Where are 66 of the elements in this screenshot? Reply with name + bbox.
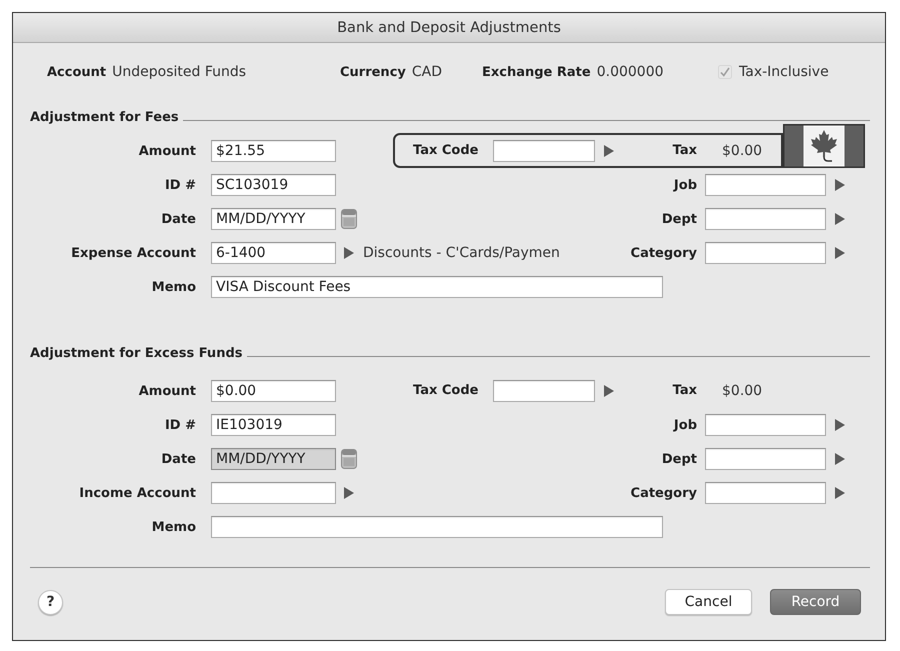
info-label: Account	[47, 64, 106, 80]
field-label: Memo	[150, 280, 196, 294]
dept-field[interactable]	[705, 208, 826, 230]
dialog-button[interactable]: Record	[770, 589, 861, 615]
window-title: Bank and Deposit Adjustments	[337, 20, 561, 36]
info-label: Currency	[340, 64, 406, 80]
category-field[interactable]	[705, 242, 826, 264]
calendar-icon[interactable]	[341, 209, 357, 229]
tax-value: $0.00	[722, 142, 762, 158]
calendar-icon[interactable]	[341, 449, 357, 469]
dialog-button[interactable]: Cancel	[665, 589, 752, 615]
triangle-arrow-icon[interactable]	[604, 144, 614, 156]
triangle-arrow-icon[interactable]	[835, 453, 845, 465]
field-label: Date	[160, 452, 196, 466]
dept-field[interactable]	[705, 448, 826, 470]
amount-field[interactable]: $0.00	[211, 380, 336, 402]
field-label: ID #	[164, 418, 196, 432]
id-field[interactable]: IE103019	[211, 414, 336, 436]
tax-value: $0.00	[722, 382, 762, 398]
triangle-arrow-icon[interactable]	[835, 419, 845, 431]
tax-code-field[interactable]	[493, 140, 595, 162]
triangle-arrow-icon[interactable]	[835, 247, 845, 259]
account-field[interactable]: 6-1400	[211, 242, 336, 264]
id-field[interactable]: SC103019	[211, 174, 336, 196]
account-name: Discounts - C'Cards/Paymen	[363, 245, 560, 261]
field-label: Dept	[660, 212, 697, 226]
triangle-arrow-icon[interactable]	[835, 179, 845, 191]
field-label: ID #	[164, 178, 196, 192]
field-label: Category	[630, 246, 697, 260]
info-value: 0.000000	[596, 64, 664, 80]
triangle-arrow-icon[interactable]	[604, 384, 614, 396]
info-label: Exchange Rate	[482, 64, 591, 80]
triangle-arrow-icon[interactable]	[344, 487, 354, 499]
field-label: Expense Account	[70, 246, 196, 260]
field-label: Amount	[138, 144, 196, 158]
field-label: Memo	[150, 520, 196, 534]
field-label: Category	[630, 486, 697, 500]
account-field[interactable]	[211, 482, 336, 504]
field-label: Amount	[138, 384, 196, 398]
date-field[interactable]: MM/DD/YYYY	[211, 208, 336, 230]
section-heading: Adjustment for Fees	[30, 110, 179, 125]
field-label: Tax Code	[413, 143, 480, 158]
help-button[interactable]: ?	[38, 590, 63, 614]
triangle-arrow-icon[interactable]	[835, 213, 845, 225]
info-value: CAD	[412, 64, 442, 80]
field-label: Date	[160, 212, 196, 226]
field-label: Income Account	[78, 486, 196, 500]
job-field[interactable]	[705, 174, 826, 196]
triangle-arrow-icon[interactable]	[835, 487, 845, 499]
tax-code-field[interactable]	[493, 380, 595, 402]
category-field[interactable]	[705, 482, 826, 504]
tax-inclusive-checkbox[interactable]: Tax-Inclusive	[718, 64, 870, 80]
field-label: Tax	[672, 143, 697, 158]
field-label: Tax Code	[413, 383, 480, 398]
job-field[interactable]	[705, 414, 826, 436]
field-label: Job	[672, 418, 697, 432]
field-label: Tax	[672, 383, 697, 398]
field-label: Job	[672, 178, 697, 192]
amount-field[interactable]: $21.55	[211, 140, 336, 162]
triangle-arrow-icon[interactable]	[344, 247, 354, 259]
section-heading: Adjustment for Excess Funds	[30, 346, 242, 361]
field-label: Dept	[660, 452, 697, 466]
info-value: Undeposited Funds	[112, 64, 246, 80]
memo-field[interactable]: VISA Discount Fees	[211, 276, 663, 298]
checkbox-icon[interactable]	[718, 65, 732, 79]
memo-field[interactable]	[211, 516, 663, 538]
